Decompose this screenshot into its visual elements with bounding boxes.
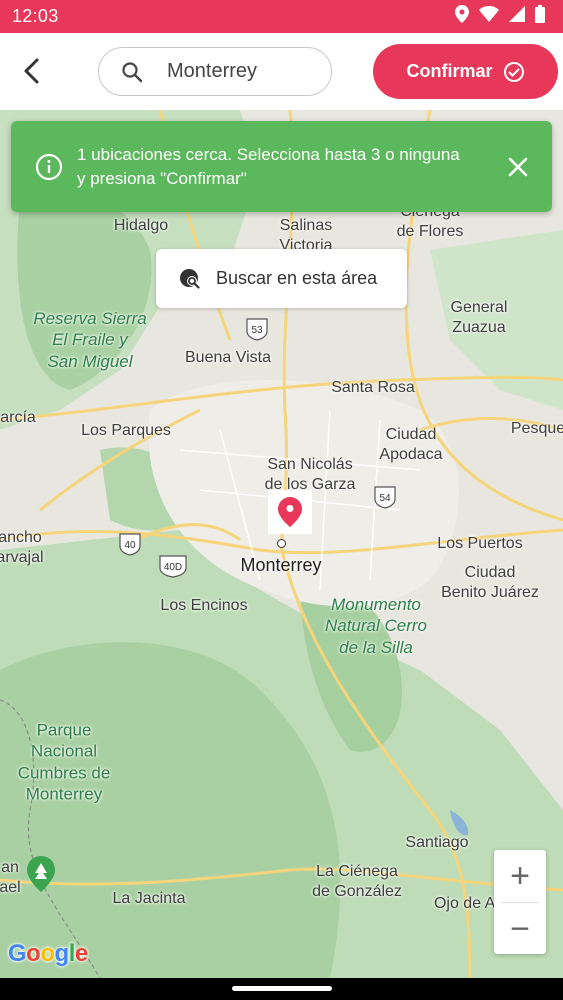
confirm-button-label: Confirmar xyxy=(406,61,493,81)
svg-text:53: 53 xyxy=(251,325,263,336)
top-app-bar: Confirmar xyxy=(0,33,563,110)
map-label-park: Parque Nacional Cumbres de Monterrey xyxy=(17,720,111,804)
zoom-controls: + − xyxy=(494,850,546,954)
center-marker xyxy=(277,539,286,548)
svg-text:54: 54 xyxy=(379,493,391,504)
arrow-back-icon xyxy=(24,58,39,84)
zoom-out-button[interactable]: − xyxy=(494,903,546,955)
search-box[interactable] xyxy=(98,47,332,96)
location-icon xyxy=(455,5,469,28)
map-label: Hidalgo xyxy=(113,217,169,234)
map-label: La Ciénega de González xyxy=(312,863,402,900)
search-this-area-button[interactable]: Buscar en esta área xyxy=(156,249,407,308)
system-nav-bar xyxy=(0,978,563,1000)
status-icons xyxy=(455,5,545,28)
google-logo: Google xyxy=(8,940,88,967)
check-circle-icon xyxy=(503,61,524,82)
status-time: 12:03 xyxy=(12,6,59,26)
travel-explore-icon xyxy=(180,268,200,289)
map-label: La Jacinta xyxy=(112,890,186,907)
map-label: Los Parques xyxy=(81,422,171,439)
search-icon xyxy=(121,61,143,83)
map-label: San Nicolás de los Garza xyxy=(264,456,356,493)
highway-shield-54: 54 xyxy=(374,486,396,509)
map-label-park: Monumento Natural Cerro de la Silla xyxy=(324,595,428,657)
search-this-area-label: Buscar en esta área xyxy=(216,268,378,288)
map-label: Ciudad Benito Juárez xyxy=(441,564,539,601)
status-bar: 12:03 xyxy=(0,0,563,33)
map-label: Ciudad Apodaca xyxy=(379,426,443,463)
location-pin[interactable] xyxy=(268,490,312,534)
highway-shield-53: 53 xyxy=(246,318,268,341)
back-button[interactable] xyxy=(12,51,52,91)
map-pin-icon xyxy=(278,497,302,527)
map-label: Pesque xyxy=(510,420,563,437)
banner-message: 1 ubicaciones cerca. Selecciona hasta 3 … xyxy=(77,144,460,188)
map-label: Los Puertos xyxy=(437,535,523,552)
home-gesture-handle[interactable] xyxy=(232,986,332,991)
map-label: arcía xyxy=(0,409,36,426)
search-input[interactable] xyxy=(167,60,317,83)
highway-shield-40d: 40D xyxy=(159,555,187,578)
map-label: ancho arvajal xyxy=(0,529,44,566)
map-label: an ael xyxy=(0,859,21,896)
info-icon xyxy=(35,153,63,181)
map-label-city: Monterrey xyxy=(240,554,322,575)
svg-text:40: 40 xyxy=(124,540,136,551)
svg-text:40D: 40D xyxy=(164,562,182,573)
confirm-button[interactable]: Confirmar xyxy=(373,44,558,99)
map-label: Los Encinos xyxy=(160,597,248,614)
highway-shield-40: 40 xyxy=(119,533,141,556)
map-label: Buena Vista xyxy=(185,349,271,366)
close-banner-button[interactable] xyxy=(502,151,534,183)
zoom-in-button[interactable]: + xyxy=(494,850,546,902)
park-marker-icon xyxy=(27,856,55,892)
signal-icon xyxy=(509,6,525,27)
map-label: General Zuazua xyxy=(450,299,508,336)
close-icon xyxy=(508,157,528,176)
map-label: Santiago xyxy=(405,834,469,851)
info-banner: 1 ubicaciones cerca. Selecciona hasta 3 … xyxy=(11,121,552,212)
map-label: Santa Rosa xyxy=(331,379,415,396)
wifi-icon xyxy=(479,6,499,27)
battery-icon xyxy=(535,5,545,28)
map-label-park: Reserva Sierra El Fraile y San Miguel xyxy=(33,309,147,371)
